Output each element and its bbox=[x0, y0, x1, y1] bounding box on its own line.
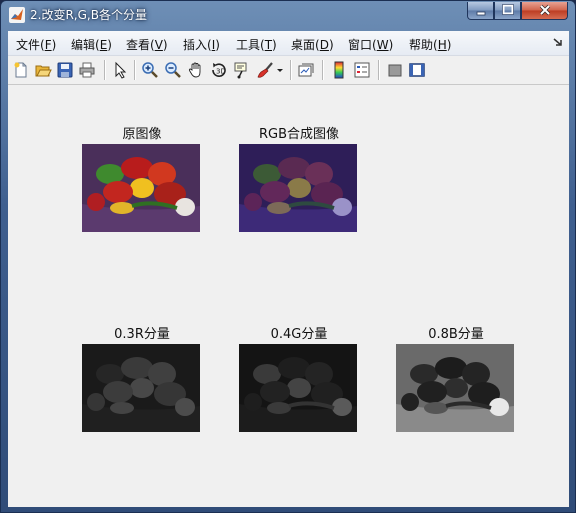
zoom-out-icon[interactable] bbox=[164, 61, 182, 79]
figure-canvas: 原图像 RGB合成图像 0.3R分量 0.4G分量 0.8B分量 bbox=[8, 85, 569, 507]
original-image bbox=[82, 144, 200, 232]
window-title: 2.改变R,G,B各个分量 bbox=[30, 8, 147, 22]
hide-plot-tools-icon[interactable] bbox=[386, 61, 404, 79]
window-client-area: 文件(F) 编辑(E) 查看(V) 插入(I) 工具(T) 桌面(D) 窗口(W… bbox=[8, 31, 569, 507]
figure-window: 2.改变R,G,B各个分量 文件(F) 编辑(E) 查看(V) 插入(I) 工具… bbox=[0, 0, 576, 513]
rgb-composite-image bbox=[239, 144, 357, 232]
menu-bar: 文件(F) 编辑(E) 查看(V) 插入(I) 工具(T) 桌面(D) 窗口(W… bbox=[8, 31, 569, 56]
toolbar-separator bbox=[104, 60, 106, 80]
data-cursor-icon[interactable] bbox=[233, 61, 251, 79]
subplot-title-g: 0.4G分量 bbox=[270, 327, 328, 342]
blue-channel-image bbox=[396, 344, 514, 432]
save-icon[interactable] bbox=[56, 61, 74, 79]
show-plot-tools-icon[interactable] bbox=[408, 61, 426, 79]
pan-hand-icon[interactable] bbox=[187, 61, 205, 79]
menu-edit[interactable]: 编辑(E) bbox=[71, 36, 112, 53]
green-channel-image bbox=[239, 344, 357, 432]
zoom-in-icon[interactable] bbox=[141, 61, 159, 79]
minimize-icon bbox=[476, 11, 485, 16]
menu-view[interactable]: 查看(V) bbox=[126, 36, 168, 53]
matlab-logo-icon bbox=[9, 7, 25, 23]
menu-tools[interactable]: 工具(T) bbox=[236, 36, 277, 53]
legend-icon[interactable] bbox=[353, 61, 371, 79]
open-file-icon[interactable] bbox=[34, 61, 52, 79]
figure-toolbar: 3D bbox=[8, 56, 569, 85]
new-figure-icon[interactable] bbox=[12, 61, 30, 79]
menu-file[interactable]: 文件(F) bbox=[16, 36, 56, 53]
toolbar-separator bbox=[134, 60, 136, 80]
maximize-icon bbox=[501, 4, 514, 15]
svg-text:3D: 3D bbox=[216, 68, 226, 76]
dock-arrow-icon[interactable] bbox=[553, 37, 563, 47]
menu-insert[interactable]: 插入(I) bbox=[183, 36, 220, 53]
toolbar-separator bbox=[290, 60, 292, 80]
print-icon[interactable] bbox=[78, 61, 96, 79]
menu-desktop[interactable]: 桌面(D) bbox=[291, 36, 334, 53]
menu-help[interactable]: 帮助(H) bbox=[409, 36, 451, 53]
close-icon bbox=[539, 4, 550, 16]
subplot-title-rgb: RGB合成图像 bbox=[258, 127, 340, 142]
close-button[interactable] bbox=[521, 2, 568, 20]
colorbar-icon[interactable] bbox=[330, 61, 348, 79]
brush-icon[interactable] bbox=[256, 61, 274, 79]
toolbar-separator bbox=[322, 60, 324, 80]
toolbar-separator bbox=[378, 60, 380, 80]
brush-dropdown-icon[interactable] bbox=[276, 61, 284, 79]
title-bar[interactable]: 2.改变R,G,B各个分量 bbox=[1, 1, 575, 29]
subplot-title-r: 0.3R分量 bbox=[114, 327, 170, 342]
rotate-3d-icon[interactable]: 3D bbox=[210, 61, 228, 79]
subplot-title-b: 0.8B分量 bbox=[428, 327, 484, 342]
edit-plot-arrow-icon[interactable] bbox=[111, 61, 129, 79]
minimize-button[interactable] bbox=[467, 2, 494, 20]
red-channel-image bbox=[82, 344, 200, 432]
subplot-title-original: 原图像 bbox=[122, 127, 162, 142]
link-plot-icon[interactable] bbox=[297, 61, 315, 79]
menu-window[interactable]: 窗口(W) bbox=[348, 36, 393, 53]
maximize-button[interactable] bbox=[494, 2, 521, 20]
